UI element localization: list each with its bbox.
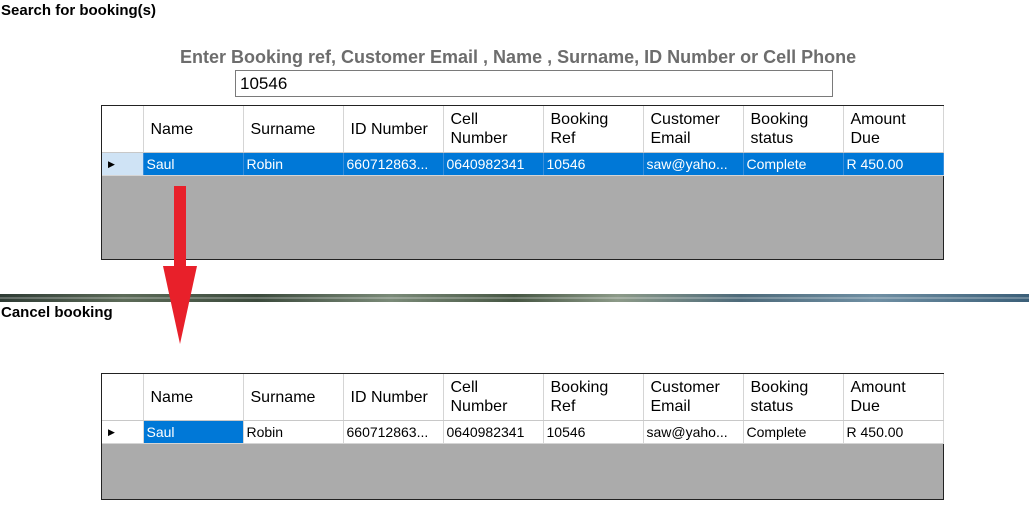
- column-header-cell-number[interactable]: Cell Number: [443, 374, 544, 421]
- cell-name[interactable]: Saul: [143, 420, 244, 444]
- column-header-booking-ref[interactable]: Booking Ref: [543, 374, 644, 421]
- column-header-surname[interactable]: Surname: [243, 106, 344, 153]
- column-header-booking-ref[interactable]: Booking Ref: [543, 106, 644, 153]
- grid-header-row: Name Surname ID Number Cell Number Booki…: [102, 106, 944, 153]
- row-header-cell[interactable]: ▶: [102, 420, 144, 444]
- cell-customer-email[interactable]: saw@yaho...: [643, 152, 744, 176]
- search-results-grid[interactable]: Name Surname ID Number Cell Number Booki…: [101, 105, 944, 260]
- column-header-booking-status[interactable]: Booking status: [743, 374, 844, 421]
- column-header-id-number[interactable]: ID Number: [343, 374, 444, 421]
- cell-booking-status[interactable]: Complete: [743, 152, 844, 176]
- cancel-booking-grid[interactable]: Name Surname ID Number Cell Number Booki…: [101, 373, 944, 500]
- cell-booking-ref[interactable]: 10546: [543, 420, 644, 444]
- cell-cell-number[interactable]: 0640982341: [443, 152, 544, 176]
- cell-surname[interactable]: Robin: [243, 420, 344, 444]
- triangle-right-icon: ▶: [108, 158, 115, 169]
- cell-booking-ref[interactable]: 10546: [543, 152, 644, 176]
- column-header-name[interactable]: Name: [143, 106, 244, 153]
- table-row[interactable]: ▶ Saul Robin 660712863... 0640982341 105…: [102, 152, 944, 176]
- column-header-surname[interactable]: Surname: [243, 374, 344, 421]
- column-header-booking-status[interactable]: Booking status: [743, 106, 844, 153]
- search-prompt-label: Enter Booking ref, Customer Email , Name…: [180, 47, 857, 67]
- search-section-title: Search for booking(s): [1, 2, 157, 19]
- cell-name[interactable]: Saul: [143, 152, 244, 176]
- cell-id-number[interactable]: 660712863...: [343, 152, 444, 176]
- decorative-banner-strip: [0, 294, 1029, 302]
- search-input[interactable]: [235, 70, 833, 97]
- column-header-cell-number[interactable]: Cell Number: [443, 106, 544, 153]
- table-row[interactable]: ▶ Saul Robin 660712863... 0640982341 105…: [102, 420, 944, 444]
- cell-id-number[interactable]: 660712863...: [343, 420, 444, 444]
- column-header-amount-due[interactable]: Amount Due: [843, 374, 944, 421]
- column-header-id-number[interactable]: ID Number: [343, 106, 444, 153]
- column-header-amount-due[interactable]: Amount Due: [843, 106, 944, 153]
- row-header-cell[interactable]: ▶: [102, 152, 144, 176]
- red-down-arrow-icon: [163, 186, 197, 344]
- grid-corner-header[interactable]: [102, 374, 144, 421]
- cell-customer-email[interactable]: saw@yaho...: [643, 420, 744, 444]
- column-header-name[interactable]: Name: [143, 374, 244, 421]
- cell-surname[interactable]: Robin: [243, 152, 344, 176]
- column-header-customer-email[interactable]: Customer Email: [643, 106, 744, 153]
- cell-amount-due[interactable]: R 450.00: [843, 152, 944, 176]
- grid-header-row: Name Surname ID Number Cell Number Booki…: [102, 374, 944, 421]
- cell-amount-due[interactable]: R 450.00: [843, 420, 944, 444]
- cell-cell-number[interactable]: 0640982341: [443, 420, 544, 444]
- column-header-customer-email[interactable]: Customer Email: [643, 374, 744, 421]
- grid-corner-header[interactable]: [102, 106, 144, 153]
- triangle-right-icon: ▶: [108, 426, 115, 437]
- cell-booking-status[interactable]: Complete: [743, 420, 844, 444]
- cancel-section-title: Cancel booking: [1, 304, 113, 321]
